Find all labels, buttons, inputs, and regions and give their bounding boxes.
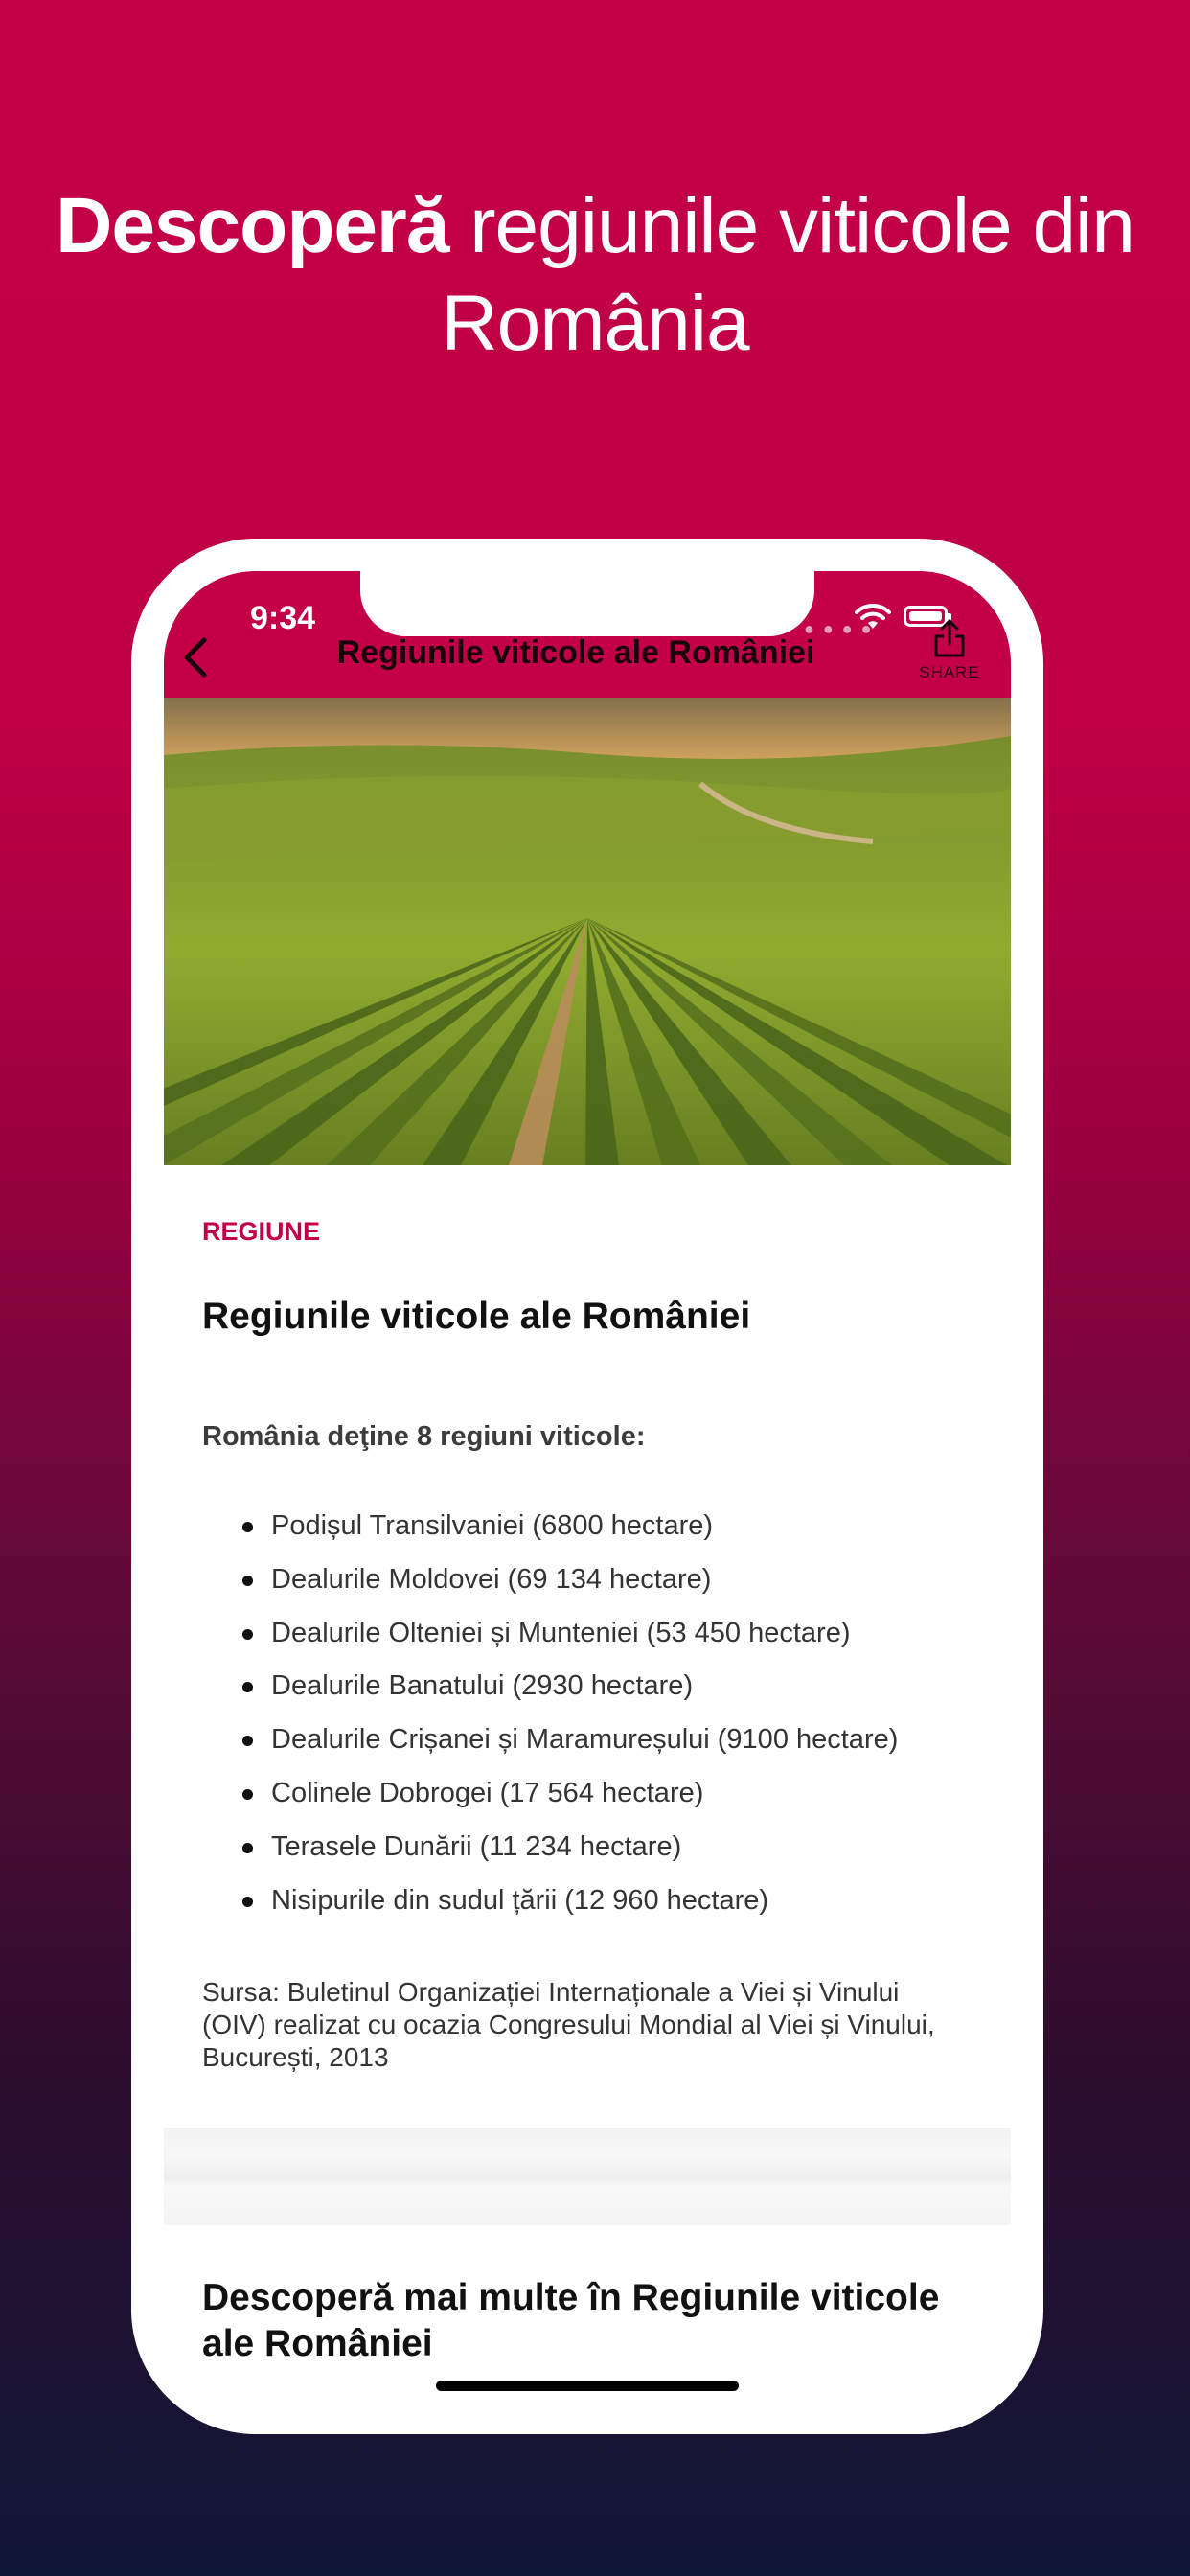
list-item: Dealurile Crișanei și Maramureșului (910…	[202, 1720, 969, 1774]
list-item: Podișul Transilvaniei (6800 hectare)	[202, 1506, 969, 1560]
promo-headline-line1: regiunile viticole din	[469, 182, 1135, 269]
list-item: Terasele Dunării (11 234 hectare)	[202, 1828, 969, 1881]
phone-screen: 9:34 ● ● ● ● Regiunile viticole ale Româ…	[164, 571, 1011, 2402]
article-category: REGIUNE	[202, 1217, 321, 1246]
list-item: Nisipurile din sudul țării (12 960 hecta…	[202, 1881, 969, 1935]
promo-headline-line2: România	[441, 280, 749, 367]
article-source: Sursa: Buletinul Organizației Internațio…	[202, 1977, 935, 2072]
share-label: SHARE	[919, 663, 980, 681]
share-icon	[934, 619, 965, 657]
regions-list: Podișul Transilvaniei (6800 hectare) Dea…	[202, 1506, 969, 1934]
list-item: Colinele Dobrogei (17 564 hectare)	[202, 1774, 969, 1828]
section-divider	[164, 2128, 1011, 2225]
phone-frame: 9:34 ● ● ● ● Regiunile viticole ale Româ…	[131, 539, 1043, 2434]
home-indicator[interactable]	[436, 2380, 739, 2391]
navbar-title: Regiunile viticole ale României	[336, 634, 815, 671]
phone-notch	[360, 571, 814, 636]
status-time: 9:34	[250, 600, 316, 636]
wifi-icon	[855, 604, 891, 629]
back-icon[interactable]	[177, 632, 216, 682]
article-title: Regiunile viticole ale României	[202, 1296, 751, 1337]
list-item: Dealurile Moldovei (69 134 hectare)	[202, 1560, 969, 1614]
vineyard-hero-image	[164, 698, 1011, 1165]
share-button[interactable]: SHARE	[915, 617, 984, 698]
navigation-bar: 9:34 ● ● ● ● Regiunile viticole ale Româ…	[164, 571, 1011, 698]
more-section-title: Descoperă mai multe în Regiunile viticol…	[202, 2277, 940, 2364]
promo-headline: Descoperă regiunile viticole din România	[0, 177, 1190, 373]
article-intro: România deţine 8 regiuni viticole:	[202, 1421, 646, 1452]
list-item: Dealurile Banatului (2930 hectare)	[202, 1667, 969, 1720]
promo-headline-bold: Descoperă	[56, 182, 449, 269]
list-item: Dealurile Olteniei și Munteniei (53 450 …	[202, 1614, 969, 1668]
